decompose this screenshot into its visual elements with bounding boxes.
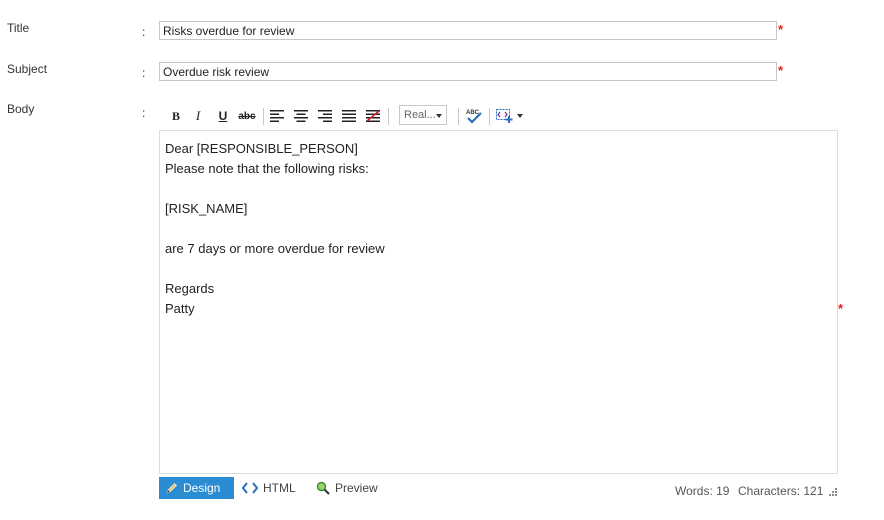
toolbar-separator xyxy=(489,108,490,125)
body-line xyxy=(165,219,832,239)
insert-snippet-button[interactable] xyxy=(494,106,524,126)
body-line: [RISK_NAME] xyxy=(165,201,248,216)
bold-button[interactable]: B xyxy=(166,106,186,126)
font-name-value: Real... xyxy=(404,109,436,121)
tab-html-label: HTML xyxy=(263,481,296,495)
insert-snippet-icon xyxy=(495,109,512,123)
body-line: Patty xyxy=(165,301,195,316)
body-label: Body xyxy=(7,102,35,116)
title-input[interactable] xyxy=(159,21,777,40)
code-icon xyxy=(242,482,258,494)
tab-html[interactable]: HTML xyxy=(235,477,305,499)
underline-icon: U xyxy=(218,109,228,123)
strikethrough-icon: abc xyxy=(238,110,256,122)
tab-design-label: Design xyxy=(183,481,221,495)
title-colon: : xyxy=(142,25,146,39)
subject-label: Subject xyxy=(7,62,48,76)
subject-colon: : xyxy=(142,66,146,80)
body-colon: : xyxy=(142,106,146,120)
title-required-marker: * xyxy=(778,22,784,37)
tab-design[interactable]: Design xyxy=(159,477,234,499)
toolbar-separator xyxy=(388,108,389,125)
align-right-button[interactable] xyxy=(315,106,335,126)
clear-format-icon xyxy=(366,110,380,122)
clear-format-button[interactable] xyxy=(363,106,383,126)
italic-button[interactable]: I xyxy=(188,106,208,126)
subject-input[interactable] xyxy=(159,62,777,81)
character-count: Characters: 121 xyxy=(738,484,824,498)
italic-icon: I xyxy=(195,108,201,123)
subject-required-marker: * xyxy=(778,63,784,78)
underline-button[interactable]: U xyxy=(213,106,233,126)
align-center-button[interactable] xyxy=(291,106,311,126)
title-label: Title xyxy=(7,21,30,35)
body-editor[interactable]: Dear [RESPONSIBLE_PERSON] Please note tha… xyxy=(159,130,838,474)
body-line: Regards xyxy=(165,281,215,296)
spellcheck-button[interactable]: ABC xyxy=(463,106,485,126)
resize-grip-icon[interactable] xyxy=(826,484,838,496)
bold-icon: B xyxy=(171,108,180,123)
body-required-marker: * xyxy=(838,301,844,316)
word-count: Words: 19 xyxy=(675,484,730,498)
align-left-button[interactable] xyxy=(267,106,287,126)
magnifier-icon xyxy=(316,481,330,495)
editor-mode-bar: Design HTML Preview xyxy=(159,477,838,499)
toolbar-separator xyxy=(458,108,459,125)
body-line: Dear [RESPONSIBLE_PERSON] xyxy=(165,141,358,156)
editor-toolbar: B I U abc Real... ABC xyxy=(166,104,706,128)
align-left-icon xyxy=(270,110,284,122)
strikethrough-button[interactable]: abc xyxy=(236,106,258,126)
align-justify-button[interactable] xyxy=(339,106,359,126)
pencil-icon xyxy=(166,482,178,494)
align-right-icon xyxy=(318,110,332,122)
toolbar-separator xyxy=(263,108,264,125)
font-name-dropdown[interactable]: Real... xyxy=(399,105,447,125)
spellcheck-icon: ABC xyxy=(466,110,482,124)
tab-preview-label: Preview xyxy=(335,481,378,495)
body-line: are 7 days or more overdue for review xyxy=(165,241,385,256)
tab-preview[interactable]: Preview xyxy=(309,477,389,499)
align-center-icon xyxy=(294,110,308,122)
body-line xyxy=(165,259,832,279)
align-justify-icon xyxy=(342,110,356,122)
body-line: Please note that the following risks: xyxy=(165,161,369,176)
chevron-down-icon xyxy=(516,114,523,118)
body-line xyxy=(165,179,832,199)
chevron-down-icon xyxy=(436,114,442,118)
